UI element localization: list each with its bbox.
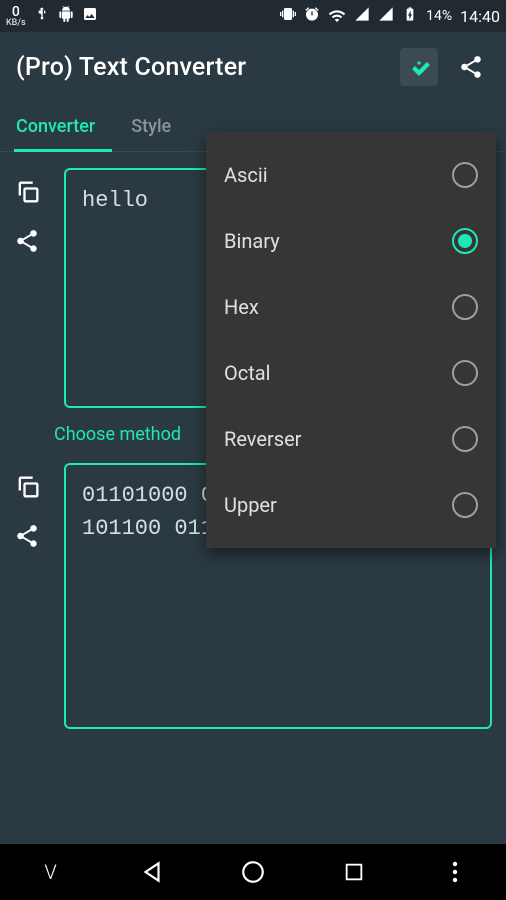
- share-output-button[interactable]: [14, 523, 42, 551]
- app-title: (Pro) Text Converter: [16, 53, 386, 82]
- radio-icon: [452, 294, 478, 320]
- network-speed: 0 KB/s: [6, 5, 26, 28]
- radio-icon: [452, 228, 478, 254]
- status-bar: 0 KB/s: [0, 0, 506, 32]
- home-button[interactable]: [223, 859, 283, 885]
- method-option-reverser[interactable]: Reverser: [206, 406, 496, 472]
- tab-converter[interactable]: Converter: [16, 116, 107, 151]
- radio-icon: [452, 162, 478, 188]
- clock: 14:40: [460, 7, 500, 26]
- battery-icon: [402, 6, 418, 26]
- radio-icon: [452, 360, 478, 386]
- copy-output-button[interactable]: [14, 473, 42, 501]
- method-option-octal[interactable]: Octal: [206, 340, 496, 406]
- usb-icon: [34, 6, 50, 26]
- method-popup: Ascii Binary Hex Octal Reverser Upper: [206, 132, 496, 548]
- navigation-bar: V: [0, 844, 506, 900]
- method-option-binary[interactable]: Binary: [206, 208, 496, 274]
- method-option-upper[interactable]: Upper: [206, 472, 496, 538]
- radio-icon: [452, 426, 478, 452]
- method-label: Upper: [224, 493, 277, 517]
- method-label: Hex: [224, 295, 259, 319]
- copy-input-button[interactable]: [14, 178, 42, 206]
- method-label: Ascii: [224, 163, 268, 187]
- method-label: Octal: [224, 361, 271, 385]
- radio-icon: [452, 492, 478, 518]
- donate-button[interactable]: [400, 48, 438, 86]
- share-input-button[interactable]: [14, 228, 42, 256]
- alarm-icon: [304, 6, 320, 26]
- back-button[interactable]: [122, 859, 182, 885]
- signal-icon-1: [354, 6, 370, 26]
- app-bar: (Pro) Text Converter: [0, 32, 506, 102]
- recent-apps-button[interactable]: [324, 861, 384, 883]
- android-icon: [58, 6, 74, 26]
- tab-style[interactable]: Style: [131, 116, 183, 151]
- wifi-icon: [328, 7, 346, 25]
- share-button[interactable]: [452, 48, 490, 86]
- nav-v-icon[interactable]: V: [44, 860, 56, 884]
- method-option-ascii[interactable]: Ascii: [206, 142, 496, 208]
- signal-icon-2: [378, 6, 394, 26]
- method-option-hex[interactable]: Hex: [206, 274, 496, 340]
- method-label: Reverser: [224, 427, 301, 451]
- menu-button[interactable]: [425, 861, 485, 883]
- vibrate-icon: [280, 6, 296, 26]
- method-label: Binary: [224, 229, 280, 253]
- battery-percent: 14%: [426, 8, 452, 24]
- image-icon: [82, 6, 98, 26]
